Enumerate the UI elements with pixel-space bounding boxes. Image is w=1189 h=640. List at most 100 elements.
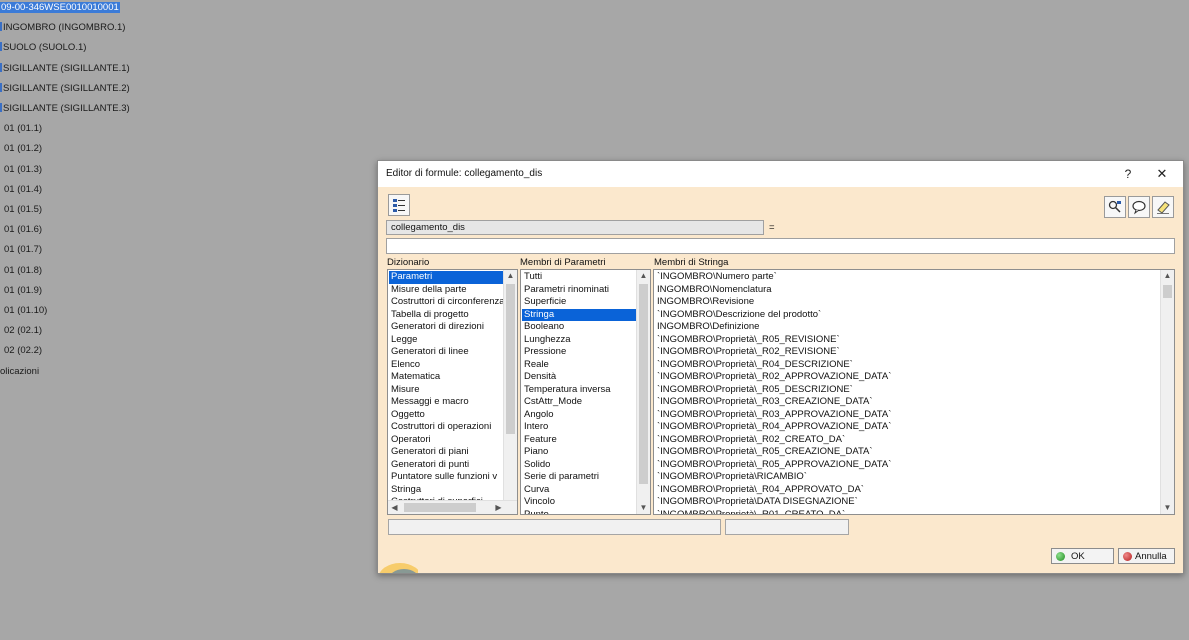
- parameter-member-item[interactable]: Feature: [522, 434, 636, 447]
- tree-item[interactable]: 01 (01.2): [0, 142, 42, 156]
- eraser-icon[interactable]: [1152, 196, 1174, 218]
- string-member-item[interactable]: `INGOMBRO\Proprietà\_R05_CREAZIONE_DATA`: [655, 446, 1160, 459]
- dictionary-item[interactable]: Legge: [389, 334, 503, 347]
- dictionary-item[interactable]: Tabella di progetto: [389, 309, 503, 322]
- cancel-button[interactable]: Annulla: [1118, 548, 1175, 564]
- string-members-scrollbar[interactable]: ▲ ▼: [1160, 270, 1174, 514]
- tree-item[interactable]: 01 (01.10): [0, 304, 47, 318]
- string-member-item[interactable]: `INGOMBRO\Proprietà\_R02_APPROVAZIONE_DA…: [655, 371, 1160, 384]
- help-button[interactable]: ?: [1117, 164, 1139, 184]
- tree-item[interactable]: 01 (01.9): [0, 284, 42, 298]
- parameter-members-list[interactable]: Tutti Parametri rinominati Superficie Strin…: [520, 269, 651, 515]
- string-member-item[interactable]: `INGOMBRO\Proprietà\_R04_APPROVATO_DA`: [655, 484, 1160, 497]
- tree-item[interactable]: INGOMBRO (INGOMBRO.1): [0, 21, 125, 35]
- string-member-item[interactable]: `INGOMBRO\Proprietà\RICAMBIO`: [655, 471, 1160, 484]
- parameter-member-item[interactable]: Stringa: [522, 308, 636, 321]
- parameter-member-item[interactable]: Lunghezza: [522, 334, 636, 347]
- formula-input[interactable]: [386, 238, 1175, 254]
- parameter-member-item[interactable]: Temperatura inversa: [522, 384, 636, 397]
- string-member-item[interactable]: `INGOMBRO\Proprietà\_R03_CREAZIONE_DATA`: [655, 396, 1160, 409]
- tree-item[interactable]: 01 (01.5): [0, 203, 42, 217]
- tree-item[interactable]: 01 (01.7): [0, 243, 42, 257]
- comment-icon[interactable]: [1128, 196, 1150, 218]
- parameter-member-item[interactable]: Angolo: [522, 409, 636, 422]
- tree-item[interactable]: 01 (01.4): [0, 183, 42, 197]
- dictionary-hscrollbar[interactable]: ◀ ▶: [388, 500, 517, 514]
- tree-item[interactable]: 02 (02.2): [0, 344, 42, 358]
- string-member-item[interactable]: `INGOMBRO\Numero parte`: [655, 271, 1160, 284]
- dictionary-item[interactable]: Matematica: [389, 371, 503, 384]
- dictionary-item[interactable]: Costruttori di circonferenza: [389, 296, 503, 309]
- tree-item[interactable]: 09-00-346WSE0010010001: [0, 1, 120, 15]
- scroll-right-icon[interactable]: ▶: [492, 501, 505, 514]
- scroll-up-icon[interactable]: ▲: [504, 270, 517, 282]
- tree-item[interactable]: SUOLO (SUOLO.1): [0, 41, 86, 55]
- close-button[interactable]: ✕: [1151, 164, 1173, 184]
- parameter-member-item[interactable]: Piano: [522, 446, 636, 459]
- scroll-up-icon[interactable]: ▲: [637, 270, 650, 282]
- parameter-member-item[interactable]: Vincolo: [522, 496, 636, 509]
- string-member-item[interactable]: `INGOMBRO\Proprietà\_R01_CREATO_DA`: [655, 509, 1160, 515]
- tree-item[interactable]: SIGILLANTE (SIGILLANTE.1): [0, 62, 130, 76]
- dictionary-item[interactable]: Stringa: [389, 484, 503, 497]
- debug-icon[interactable]: [1104, 196, 1126, 218]
- tree-item[interactable]: 01 (01.8): [0, 264, 42, 278]
- string-member-item[interactable]: `INGOMBRO\Proprietà\_R05_DESCRIZIONE`: [655, 384, 1160, 397]
- string-member-item[interactable]: `INGOMBRO\Proprietà\_R04_APPROVAZIONE_DA…: [655, 421, 1160, 434]
- scroll-left-icon[interactable]: ◀: [388, 501, 401, 514]
- dictionary-scrollbar[interactable]: ▲: [503, 270, 517, 501]
- hscroll-thumb[interactable]: [404, 503, 476, 512]
- string-members-list[interactable]: `INGOMBRO\Numero parte` INGOMBRO\Nomencla…: [653, 269, 1175, 515]
- scroll-down-icon[interactable]: ▼: [637, 502, 650, 514]
- string-member-item[interactable]: INGOMBRO\Revisione: [655, 296, 1160, 309]
- scroll-thumb[interactable]: [506, 284, 515, 434]
- string-member-item[interactable]: `INGOMBRO\Proprietà\DATA DISEGNAZIONE`: [655, 496, 1160, 509]
- dictionary-item[interactable]: Operatori: [389, 434, 503, 447]
- scroll-up-icon[interactable]: ▲: [1161, 270, 1174, 282]
- string-member-item[interactable]: `INGOMBRO\Proprietà\_R04_DESCRIZIONE`: [655, 359, 1160, 372]
- string-member-item[interactable]: `INGOMBRO\Proprietà\_R03_APPROVAZIONE_DA…: [655, 409, 1160, 422]
- dictionary-item[interactable]: Generatori di punti: [389, 459, 503, 472]
- parameter-member-item[interactable]: Booleano: [522, 321, 636, 334]
- parameter-member-item[interactable]: CstAttr_Mode: [522, 396, 636, 409]
- tree-item[interactable]: 01 (01.6): [0, 223, 42, 237]
- ok-button[interactable]: OK: [1051, 548, 1114, 564]
- parameter-member-item[interactable]: Curva: [522, 484, 636, 497]
- string-member-item[interactable]: `INGOMBRO\Proprietà\_R05_REVISIONE`: [655, 334, 1160, 347]
- dictionary-item[interactable]: Generatori di direzioni: [389, 321, 503, 334]
- tree-item[interactable]: 02 (02.1): [0, 324, 42, 338]
- tree-item[interactable]: olicazioni: [0, 365, 39, 379]
- dictionary-item[interactable]: Costruttori di operazioni: [389, 421, 503, 434]
- tree-item[interactable]: 01 (01.1): [0, 122, 42, 136]
- parameter-member-item[interactable]: Reale: [522, 359, 636, 372]
- dictionary-item[interactable]: Elenco: [389, 359, 503, 372]
- dictionary-item[interactable]: Misure: [389, 384, 503, 397]
- dictionary-item[interactable]: Parametri: [389, 271, 503, 284]
- string-member-item[interactable]: INGOMBRO\Definizione: [655, 321, 1160, 334]
- string-member-item[interactable]: `INGOMBRO\Proprietà\_R02_CREATO_DA`: [655, 434, 1160, 447]
- parameter-member-item[interactable]: Pressione: [522, 346, 636, 359]
- dictionary-item[interactable]: Generatori di linee: [389, 346, 503, 359]
- string-member-item[interactable]: `INGOMBRO\Proprietà\_R02_REVISIONE`: [655, 346, 1160, 359]
- dictionary-item[interactable]: Oggetto: [389, 409, 503, 422]
- dictionary-item[interactable]: Puntatore sulle funzioni v: [389, 471, 503, 484]
- tree-item[interactable]: SIGILLANTE (SIGILLANTE.3): [0, 102, 130, 116]
- dictionary-item[interactable]: Generatori di piani: [389, 446, 503, 459]
- scroll-thumb[interactable]: [639, 284, 648, 484]
- parameter-member-item[interactable]: Serie di parametri: [522, 471, 636, 484]
- parameter-member-item[interactable]: Solido: [522, 459, 636, 472]
- parameter-members-scrollbar[interactable]: ▲ ▼: [636, 270, 650, 514]
- parameter-member-item[interactable]: Superficie: [522, 296, 636, 309]
- parameter-member-item[interactable]: Parametri rinominati: [522, 284, 636, 297]
- dictionary-list[interactable]: Parametri Misure della parte Costruttori d…: [387, 269, 518, 515]
- scroll-down-icon[interactable]: ▼: [1161, 502, 1174, 514]
- tree-item[interactable]: SIGILLANTE (SIGILLANTE.2): [0, 82, 130, 96]
- parameter-member-item[interactable]: Punto: [522, 509, 636, 515]
- dictionary-item[interactable]: Messaggi e macro: [389, 396, 503, 409]
- tree-item[interactable]: 01 (01.3): [0, 163, 42, 177]
- string-member-item[interactable]: `INGOMBRO\Proprietà\_R05_APPROVAZIONE_DA…: [655, 459, 1160, 472]
- dictionary-item[interactable]: Misure della parte: [389, 284, 503, 297]
- parameter-member-item[interactable]: Intero: [522, 421, 636, 434]
- string-member-item[interactable]: `INGOMBRO\Descrizione del prodotto`: [655, 309, 1160, 322]
- scroll-thumb[interactable]: [1163, 285, 1172, 298]
